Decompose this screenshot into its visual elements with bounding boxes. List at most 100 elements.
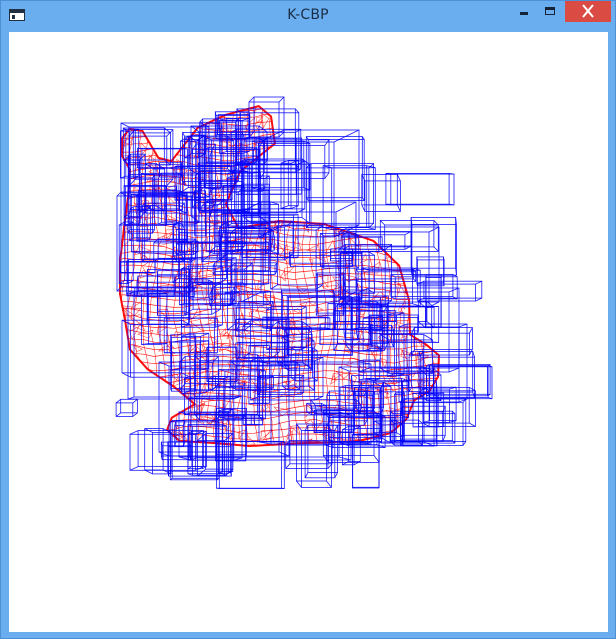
bounding-box [187, 424, 228, 476]
box-edge [411, 327, 415, 334]
bounding-box [417, 280, 483, 302]
box-edge [312, 347, 318, 352]
box-back-face [361, 173, 398, 206]
box-back-face [307, 139, 365, 201]
box-edge [418, 419, 423, 424]
bounding-box-layer [115, 96, 493, 489]
box-edge [116, 191, 122, 197]
box-edge [342, 461, 349, 466]
box-edge [462, 441, 467, 446]
application-window: K-CBP [0, 0, 616, 639]
bounding-box [305, 163, 374, 228]
box-edge [302, 362, 312, 370]
box-front-face [364, 180, 401, 212]
mesh-contour-line [119, 146, 440, 155]
box-edge [396, 174, 401, 182]
box-edge [285, 463, 291, 469]
box-front-face [259, 145, 326, 179]
box-back-face [196, 440, 225, 477]
box-edge [433, 246, 439, 252]
box-front-face [175, 229, 186, 262]
box-edge [431, 341, 439, 343]
box-edge [164, 127, 171, 134]
box-edge [379, 341, 387, 343]
box-edge [293, 256, 299, 259]
box-edge [280, 205, 289, 209]
box-edge [270, 284, 278, 290]
box-edge [338, 366, 350, 372]
box-front-face [385, 172, 450, 205]
box-edge [469, 327, 473, 334]
box-edge [326, 480, 332, 488]
box-edge [293, 214, 299, 216]
box-edge [475, 280, 482, 285]
box-edge [227, 323, 236, 331]
box-edge [120, 122, 130, 128]
box-edge [115, 412, 121, 417]
box-edge [380, 220, 385, 226]
box-edge [475, 297, 482, 302]
box-edge [242, 256, 247, 259]
render-viewport[interactable] [9, 32, 608, 632]
box-front-face [216, 440, 282, 489]
mesh-triangle [245, 433, 256, 445]
box-edge [132, 398, 138, 404]
box-edge [200, 332, 209, 337]
box-edge [301, 306, 307, 310]
box-edge [278, 96, 285, 103]
mesh-triangle [335, 371, 352, 379]
box-edge [290, 205, 299, 209]
mesh-triangle [359, 267, 366, 281]
box-edge [132, 412, 138, 417]
close-button[interactable] [565, 1, 611, 22]
box-back-face [416, 259, 445, 287]
box-edge [254, 423, 263, 426]
mesh-meridian-line [119, 105, 120, 444]
box-edge [334, 425, 338, 431]
box-edge [382, 438, 392, 444]
box-edge [324, 172, 330, 179]
box-edge [248, 96, 255, 103]
box-edge [368, 251, 375, 256]
maximize-button[interactable] [537, 1, 563, 22]
box-back-face [191, 430, 207, 467]
box-edge [361, 204, 366, 212]
box-edge [278, 131, 285, 138]
mesh-triangle [282, 380, 292, 386]
mesh-contour-line [119, 293, 440, 302]
maximize-icon [545, 7, 555, 15]
box-edge [230, 165, 233, 167]
box-edge [373, 455, 380, 463]
box-edge [304, 472, 309, 478]
box-edge [333, 129, 360, 143]
box-edge [338, 456, 352, 461]
bounding-box [361, 173, 401, 212]
box-front-face [144, 428, 164, 471]
box-edge [423, 334, 433, 341]
box-edge [129, 466, 139, 471]
title-bar[interactable]: K-CBP [1, 1, 615, 32]
box-edge [335, 201, 357, 213]
box-edge [353, 461, 361, 466]
box-front-face [416, 256, 444, 284]
box-edge [469, 422, 476, 427]
box-edge [458, 323, 468, 328]
box-edge [174, 165, 177, 167]
box-edge [448, 367, 460, 373]
box-edge [121, 372, 131, 378]
bounding-box [167, 441, 232, 477]
box-edge [242, 214, 247, 216]
minimize-button[interactable] [511, 1, 537, 22]
box-edge [324, 139, 330, 146]
box-back-face [322, 165, 368, 228]
bounding-box [305, 136, 365, 201]
box-edge [296, 480, 302, 488]
minimize-icon [520, 12, 528, 15]
box-edge [129, 430, 139, 435]
box-edge [373, 438, 382, 444]
box-edge [243, 423, 252, 426]
close-icon [582, 4, 594, 18]
bunny-wireframe-scene[interactable] [9, 32, 608, 632]
mesh-meridian-line [276, 105, 288, 444]
box-front-face [161, 445, 191, 461]
